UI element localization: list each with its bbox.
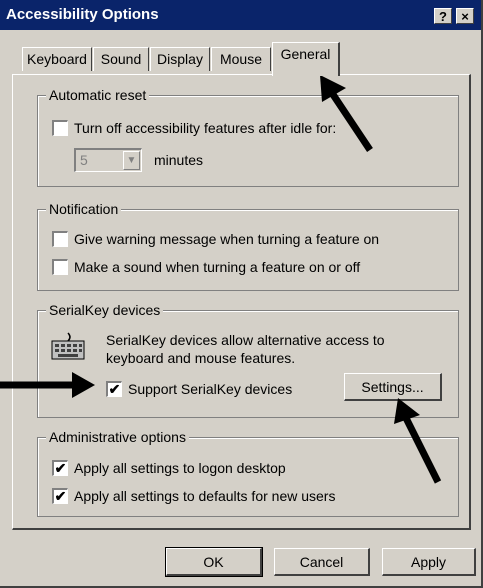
warning-message-label[interactable]: Give warning message when turning a feat… — [74, 231, 379, 247]
idle-timeout-checkbox[interactable] — [52, 120, 68, 136]
tab-display[interactable]: Display — [150, 47, 210, 71]
idle-timeout-label[interactable]: Turn off accessibility features after id… — [74, 120, 336, 136]
logon-desktop-label[interactable]: Apply all settings to logon desktop — [74, 460, 286, 476]
tab-general[interactable]: General — [272, 42, 340, 76]
serialkey-description: SerialKey devices allow alternative acce… — [106, 332, 385, 366]
notification-legend: Notification — [46, 201, 122, 217]
minutes-dropdown[interactable]: 5 ▼ — [74, 148, 142, 172]
minutes-label: minutes — [154, 152, 204, 168]
notification-group: Notification Give warning message when t… — [37, 201, 459, 291]
automatic-reset-group: Automatic reset Turn off accessibility f… — [37, 87, 459, 187]
cancel-button[interactable]: Cancel — [274, 548, 370, 576]
chevron-down-icon[interactable]: ▼ — [123, 151, 140, 170]
logon-desktop-checkbox[interactable]: ✔ — [52, 460, 68, 476]
automatic-reset-legend: Automatic reset — [46, 87, 150, 103]
apply-button[interactable]: Apply — [382, 548, 476, 576]
title-bar[interactable]: Accessibility Options ? × — [0, 0, 481, 30]
sound-on-toggle-label[interactable]: Make a sound when turning a feature on o… — [74, 259, 360, 275]
new-users-defaults-label[interactable]: Apply all settings to defaults for new u… — [74, 488, 335, 504]
tab-keyboard[interactable]: Keyboard — [22, 47, 92, 71]
new-users-defaults-checkbox[interactable]: ✔ — [52, 488, 68, 504]
support-serialkey-label[interactable]: Support SerialKey devices — [128, 381, 292, 397]
support-serialkey-checkbox[interactable]: ✔ — [106, 381, 122, 397]
accessibility-options-window: Accessibility Options ? × Keyboard Sound… — [0, 0, 483, 588]
serialkey-legend: SerialKey devices — [46, 302, 164, 318]
close-button[interactable]: × — [456, 8, 474, 24]
administrative-options-group: Administrative options ✔ Apply all setti… — [37, 429, 459, 517]
sound-on-toggle-checkbox[interactable] — [52, 259, 68, 275]
window-title: Accessibility Options — [6, 6, 159, 23]
ok-button[interactable]: OK — [165, 547, 263, 577]
minutes-value: 5 — [80, 152, 88, 168]
settings-button[interactable]: Settings... — [344, 373, 442, 401]
serialkey-group: SerialKey devices SerialKey devices allo… — [37, 302, 459, 418]
warning-message-checkbox[interactable] — [52, 231, 68, 247]
tab-mouse[interactable]: Mouse — [211, 47, 271, 71]
administrative-legend: Administrative options — [46, 429, 189, 445]
keyboard-icon — [51, 332, 85, 360]
general-tab-panel: Automatic reset Turn off accessibility f… — [12, 74, 471, 530]
tab-sound[interactable]: Sound — [93, 47, 149, 71]
help-button[interactable]: ? — [434, 8, 452, 24]
